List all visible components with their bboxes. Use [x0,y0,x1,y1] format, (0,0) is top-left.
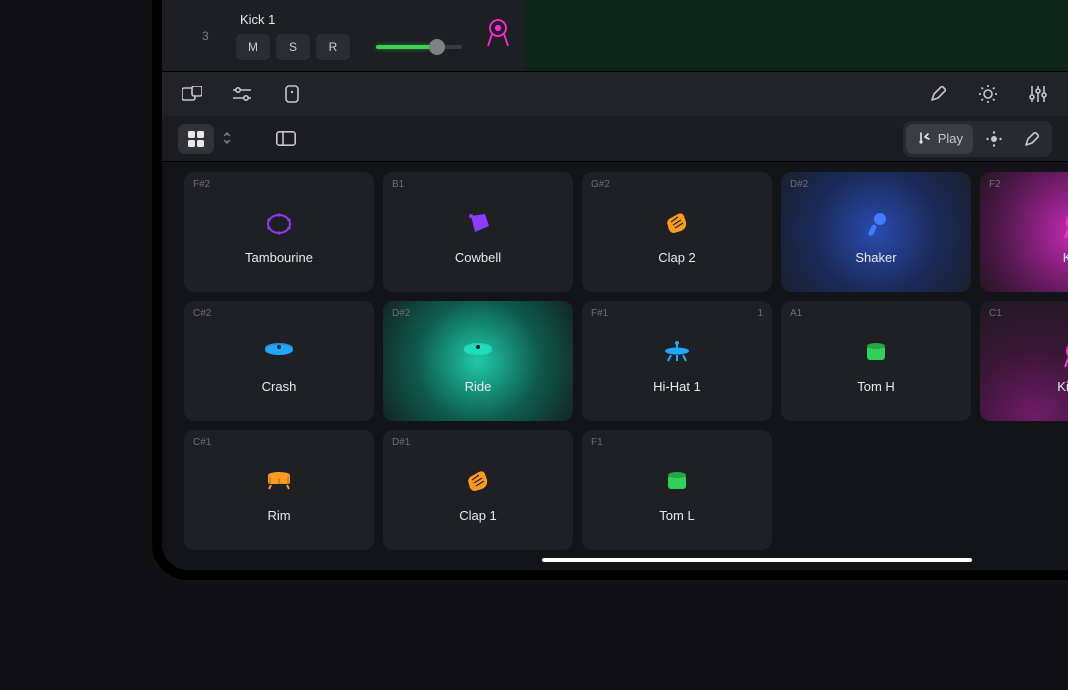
hihat-icon [662,341,692,363]
pad-note-label: G#2 [591,179,610,190]
pad-badge: 1 [757,308,763,319]
drum-pad[interactable]: F1 Tom L [582,430,772,550]
pad-label: Tom L [582,508,772,523]
msr-buttons: M S R [236,34,350,60]
play-mode-segment: Play [903,121,1052,157]
drum-pad[interactable]: D#2 Ride [383,301,573,421]
pad-label: Clap 2 [582,250,772,265]
pad-note-label: A1 [790,308,802,319]
drum-pad[interactable]: B1 Cowbell [383,172,573,292]
library-icon[interactable] [178,80,206,108]
track-number: 3 [202,29,209,43]
faders-icon[interactable] [1024,80,1052,108]
view-more-icon[interactable] [220,124,234,152]
pad-note-label: F#2 [193,179,210,190]
pad-label: Clap 1 [383,508,573,523]
brightness-icon[interactable] [974,80,1002,108]
pad-label: Rim [184,508,374,523]
drum-pad[interactable]: C#2 Crash [184,301,374,421]
volume-knob[interactable] [429,39,445,55]
drum-pad[interactable]: G#2 Clap 2 [582,172,772,292]
pad-label: Hi-Hat 1 [582,379,772,394]
drum-pad[interactable]: D#1 Clap 1 [383,430,573,550]
mixer-icon[interactable] [228,80,256,108]
pad-label: Cowbell [383,250,573,265]
pad-grid: F#2 Tambourine B1 Cowbell G#2 Clap 2 D#2 Shaker… [184,172,1068,550]
cymbal-icon [462,341,494,357]
snare-icon [265,470,293,490]
track-header[interactable]: 3 Kick 1 M S R [162,0,582,72]
tom-icon [863,341,889,365]
volume-track [376,45,462,49]
solo-button[interactable]: S [276,34,310,60]
editor-toolbar [162,72,1068,116]
cowbell-icon [465,212,491,236]
edit-mode-button[interactable] [1015,124,1049,154]
pad-label: Kick [980,250,1068,265]
pad-note-label: F2 [989,179,1001,190]
drum-pad[interactable]: F#2 Tambourine [184,172,374,292]
controller-icon[interactable] [278,80,306,108]
grid-view-button[interactable] [178,124,214,154]
tambourine-icon [264,212,294,236]
pad-label: Tambourine [184,250,374,265]
pad-note-label: D#2 [392,308,410,319]
pad-note-label: D#1 [392,437,410,448]
track-strip: 3 Kick 1 M S R [162,0,1068,72]
volume-slider[interactable] [376,40,462,54]
view-toggle [178,124,234,154]
drum-pad[interactable]: C1 Kick 1 [980,301,1068,421]
repeat-mode-button[interactable] [976,124,1012,154]
track-name[interactable]: Kick 1 [240,12,275,27]
kick-icon [1060,212,1068,240]
mute-button[interactable]: M [236,34,270,60]
pencil-icon[interactable] [924,80,952,108]
pad-toolbar: Play [162,116,1068,162]
play-label: Play [938,131,963,146]
record-button[interactable]: R [316,34,350,60]
volume-fill [376,45,434,49]
pad-label: Shaker [781,250,971,265]
clap-icon [465,470,491,492]
pad-note-label: C#1 [193,437,211,448]
pad-note-label: B1 [392,179,404,190]
cymbal-icon [263,341,295,357]
sidebar-toggle-button[interactable] [272,125,300,153]
shaker-icon [865,212,887,238]
pad-note-label: C#2 [193,308,211,319]
pad-grid-area: F#2 Tambourine B1 Cowbell G#2 Clap 2 D#2 Shaker… [162,162,1068,570]
drum-pad[interactable]: A1 Tom H [781,301,971,421]
play-button[interactable]: Play [906,124,973,154]
drum-pad[interactable]: D#2 Shaker [781,172,971,292]
kick-icon [1060,341,1068,369]
pad-label: Kick 1 [980,379,1068,394]
drum-pad[interactable]: C#1 Rim [184,430,374,550]
pad-note-label: C1 [989,308,1002,319]
device-frame: 3 Kick 1 M S R [0,0,1068,690]
pad-note-label: D#2 [790,179,808,190]
horizontal-scroll-indicator[interactable] [542,558,972,562]
tom-icon [664,470,690,494]
drum-pad[interactable]: F2 Kick [980,172,1068,292]
clap-icon [664,212,690,234]
pad-label: Tom H [781,379,971,394]
app-screen: 3 Kick 1 M S R [152,0,1068,580]
pad-note-label: F#1 [591,308,608,319]
drum-pad[interactable]: F#1 1 Hi-Hat 1 [582,301,772,421]
pad-label: Ride [383,379,573,394]
track-instrument-icon [484,18,512,52]
pad-label: Crash [184,379,374,394]
pad-note-label: F1 [591,437,603,448]
